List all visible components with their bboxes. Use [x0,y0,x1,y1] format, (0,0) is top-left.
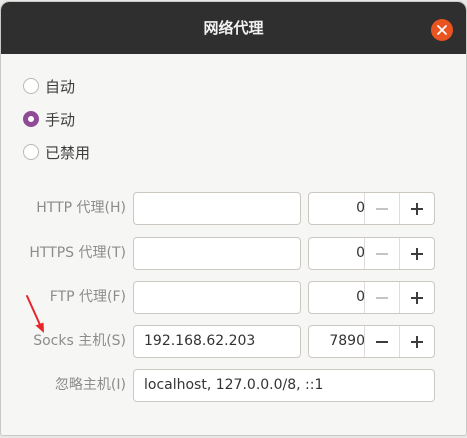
mode-manual-label: 手动 [45,110,76,129]
socks-host-input[interactable]: 192.168.62.203 [133,325,301,358]
mode-manual-radio[interactable]: 手动 [23,108,75,130]
ftp-proxy-label: FTP 代理(F) [49,289,126,305]
socks-port-spinner: 7890 [308,325,435,358]
mode-auto-label: 自动 [45,77,76,96]
mode-disabled-label: 已禁用 [45,143,91,162]
ftp-port-value[interactable]: 0 [309,282,365,313]
close-icon [437,25,447,35]
https-proxy-label: HTTPS 代理(T) [29,245,126,261]
https-port-value[interactable]: 0 [309,238,365,269]
mode-disabled-radio[interactable]: 已禁用 [23,141,90,163]
ftp-port-increment-button[interactable] [399,282,434,313]
https-host-input[interactable] [133,237,301,270]
socks-port-increment-button[interactable] [399,326,434,357]
red-arrow-icon [26,295,44,333]
socks-port-decrement-button[interactable] [364,326,399,357]
minus-icon [376,208,388,210]
mode-auto-radio[interactable]: 自动 [23,75,75,97]
http-host-input[interactable] [133,192,301,225]
network-proxy-dialog: 网络代理 自动 手动 已禁用 HTTP 代理(H) 0 HTTPS 代理(T) … [1,2,466,435]
minus-icon [376,341,388,343]
https-port-decrement-button[interactable] [364,238,399,269]
http-port-increment-button[interactable] [399,193,434,224]
https-port-spinner: 0 [308,237,435,270]
http-port-value[interactable]: 0 [309,193,365,224]
radio-indicator[interactable] [23,78,39,94]
ftp-port-spinner: 0 [308,281,435,314]
titlebar: 网络代理 [1,2,466,54]
radio-indicator[interactable] [23,144,39,160]
ignore-hosts-input[interactable]: localhost, 127.0.0.0/8, ::1 [133,369,435,402]
minus-icon [376,297,388,299]
radio-indicator-checked[interactable] [23,111,39,127]
http-port-decrement-button[interactable] [364,193,399,224]
socks-port-value[interactable]: 7890 [309,326,365,357]
https-port-increment-button[interactable] [399,238,434,269]
ftp-host-input[interactable] [133,281,301,314]
ignore-hosts-label: 忽略主机(I) [54,377,126,393]
close-button[interactable] [431,19,453,41]
http-port-spinner: 0 [308,192,435,225]
ftp-port-decrement-button[interactable] [364,282,399,313]
minus-icon [376,253,388,255]
dialog-title: 网络代理 [203,19,264,37]
http-proxy-label: HTTP 代理(H) [36,200,126,216]
